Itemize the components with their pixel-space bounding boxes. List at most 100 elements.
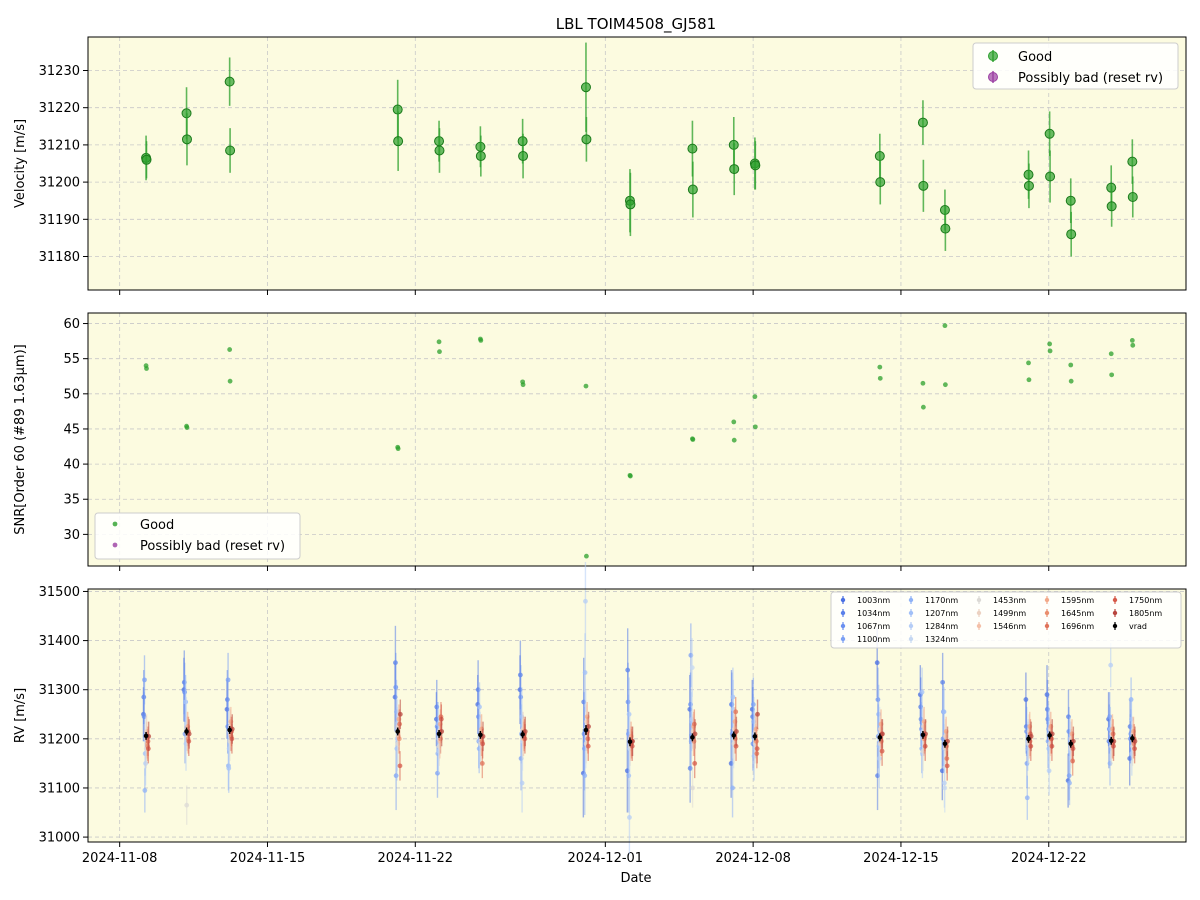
legend-marker [1044, 623, 1050, 629]
legend-label: 1750nm [1129, 596, 1162, 605]
y-tick-label: 31300 [39, 683, 80, 698]
velocity-point [625, 199, 636, 210]
snr-point [920, 404, 926, 410]
rv-point-1207nm [582, 670, 588, 675]
rv-point-vrad [436, 731, 442, 737]
velocity-point [580, 82, 591, 93]
legend-marker [988, 51, 998, 61]
velocity-point [918, 180, 929, 191]
legend-label: 1696nm [1061, 622, 1094, 631]
legend-marker [1112, 610, 1118, 616]
rv-point-1284nm [1108, 662, 1114, 668]
legend: Good Possibly bad (reset rv) [972, 42, 1179, 90]
rv-point-1170nm [1024, 795, 1030, 801]
figure-title: LBL TOIM4508_GJ581 [556, 15, 716, 34]
rv-point-vrad [690, 735, 695, 740]
rv-point-1805nm [734, 729, 739, 734]
velocity-point [687, 143, 698, 154]
snr-point [520, 382, 526, 388]
velocity-point [1127, 191, 1138, 202]
legend-marker [840, 597, 846, 603]
velocity-point [874, 151, 885, 162]
y-tick-label: 31100 [39, 781, 80, 796]
legend-marker [840, 636, 846, 642]
snr-point [731, 419, 737, 425]
rv-point-vrad [583, 727, 589, 733]
legend-marker [1112, 623, 1118, 629]
y-tick-label: 45 [63, 422, 80, 437]
rv-point-vrad [143, 733, 149, 739]
legend-marker [908, 597, 914, 603]
x-tick-label: 2024-11-08 [82, 851, 158, 866]
snr-point [628, 473, 633, 479]
rv-point-1207nm [477, 704, 482, 710]
rv-point-1207nm [941, 709, 947, 715]
snr-point [227, 378, 233, 384]
rv-point-1284nm [519, 780, 525, 786]
rv-point-1805nm [755, 711, 760, 717]
velocity-point [434, 145, 445, 156]
snr-point [436, 339, 442, 345]
x-tick-label: 2024-11-15 [230, 851, 306, 866]
snr-point [942, 323, 948, 329]
snr-point [731, 437, 737, 443]
y-tick-label: 35 [63, 493, 80, 508]
rv-point-1324nm [689, 665, 695, 671]
y-tick-label: 31200 [39, 176, 80, 191]
rv-point-vrad [227, 727, 232, 733]
rv-point-1453nm [690, 785, 696, 791]
snr-point [395, 446, 401, 452]
snr-point [1108, 351, 1114, 357]
velocity-point [224, 76, 235, 87]
rv-point-1170nm [582, 773, 588, 779]
snr-point [583, 383, 589, 389]
velocity-point [940, 223, 951, 234]
legend-label: Good [140, 518, 174, 533]
velocity-point [750, 160, 761, 171]
velocity-point [225, 145, 236, 156]
legend-label: Possibly bad (reset rv) [140, 539, 285, 554]
snr-point [184, 425, 190, 430]
snr-point [1026, 360, 1031, 366]
rv-point-vrad [1026, 736, 1031, 742]
legend-label: 1067nm [857, 622, 890, 631]
rv-point-vrad [877, 735, 883, 740]
snr-point [920, 380, 926, 386]
legend-label: 1546nm [993, 622, 1026, 631]
x-axis-label: Date [620, 871, 651, 886]
rv-point-1067nm [875, 697, 881, 702]
velocity-point [393, 136, 404, 147]
legend-label: 1284nm [925, 622, 958, 631]
velocity-point [1065, 195, 1076, 206]
rv-point-1207nm [919, 689, 925, 695]
y-axis-label: RV [m/s] [13, 688, 28, 743]
snr-point [1068, 378, 1074, 384]
rv-point-vrad [942, 741, 948, 747]
snr-point [1129, 338, 1135, 343]
legend-label: 1499nm [993, 609, 1026, 618]
rv-point-1284nm [627, 815, 632, 820]
y-tick-label: 55 [63, 352, 80, 367]
panels: 31180 31190 31200 31210 31220 31230 Velocity [… [13, 36, 1187, 866]
legend-marker [112, 521, 118, 527]
snr-point [584, 553, 589, 559]
velocity-point [181, 134, 192, 145]
snr-point [227, 347, 233, 352]
legend-label: 1100nm [857, 635, 890, 644]
rv-point-vrad [478, 732, 483, 738]
legend-marker [988, 72, 998, 82]
legend-marker [976, 623, 982, 629]
rv-point-1805nm [397, 711, 403, 717]
rv-point-1750nm [944, 763, 950, 769]
rv-point-1170nm [1067, 780, 1072, 786]
rv-point-1750nm [397, 763, 403, 769]
snr-point [1047, 341, 1053, 347]
velocity-point [875, 177, 886, 188]
snr-point [752, 394, 758, 400]
legend-marker [840, 623, 846, 629]
velocity-point [475, 151, 486, 162]
legend-label: vrad [1129, 622, 1147, 631]
legend-marker [1112, 597, 1118, 603]
snr-point [690, 437, 696, 442]
snr-point [752, 424, 758, 430]
